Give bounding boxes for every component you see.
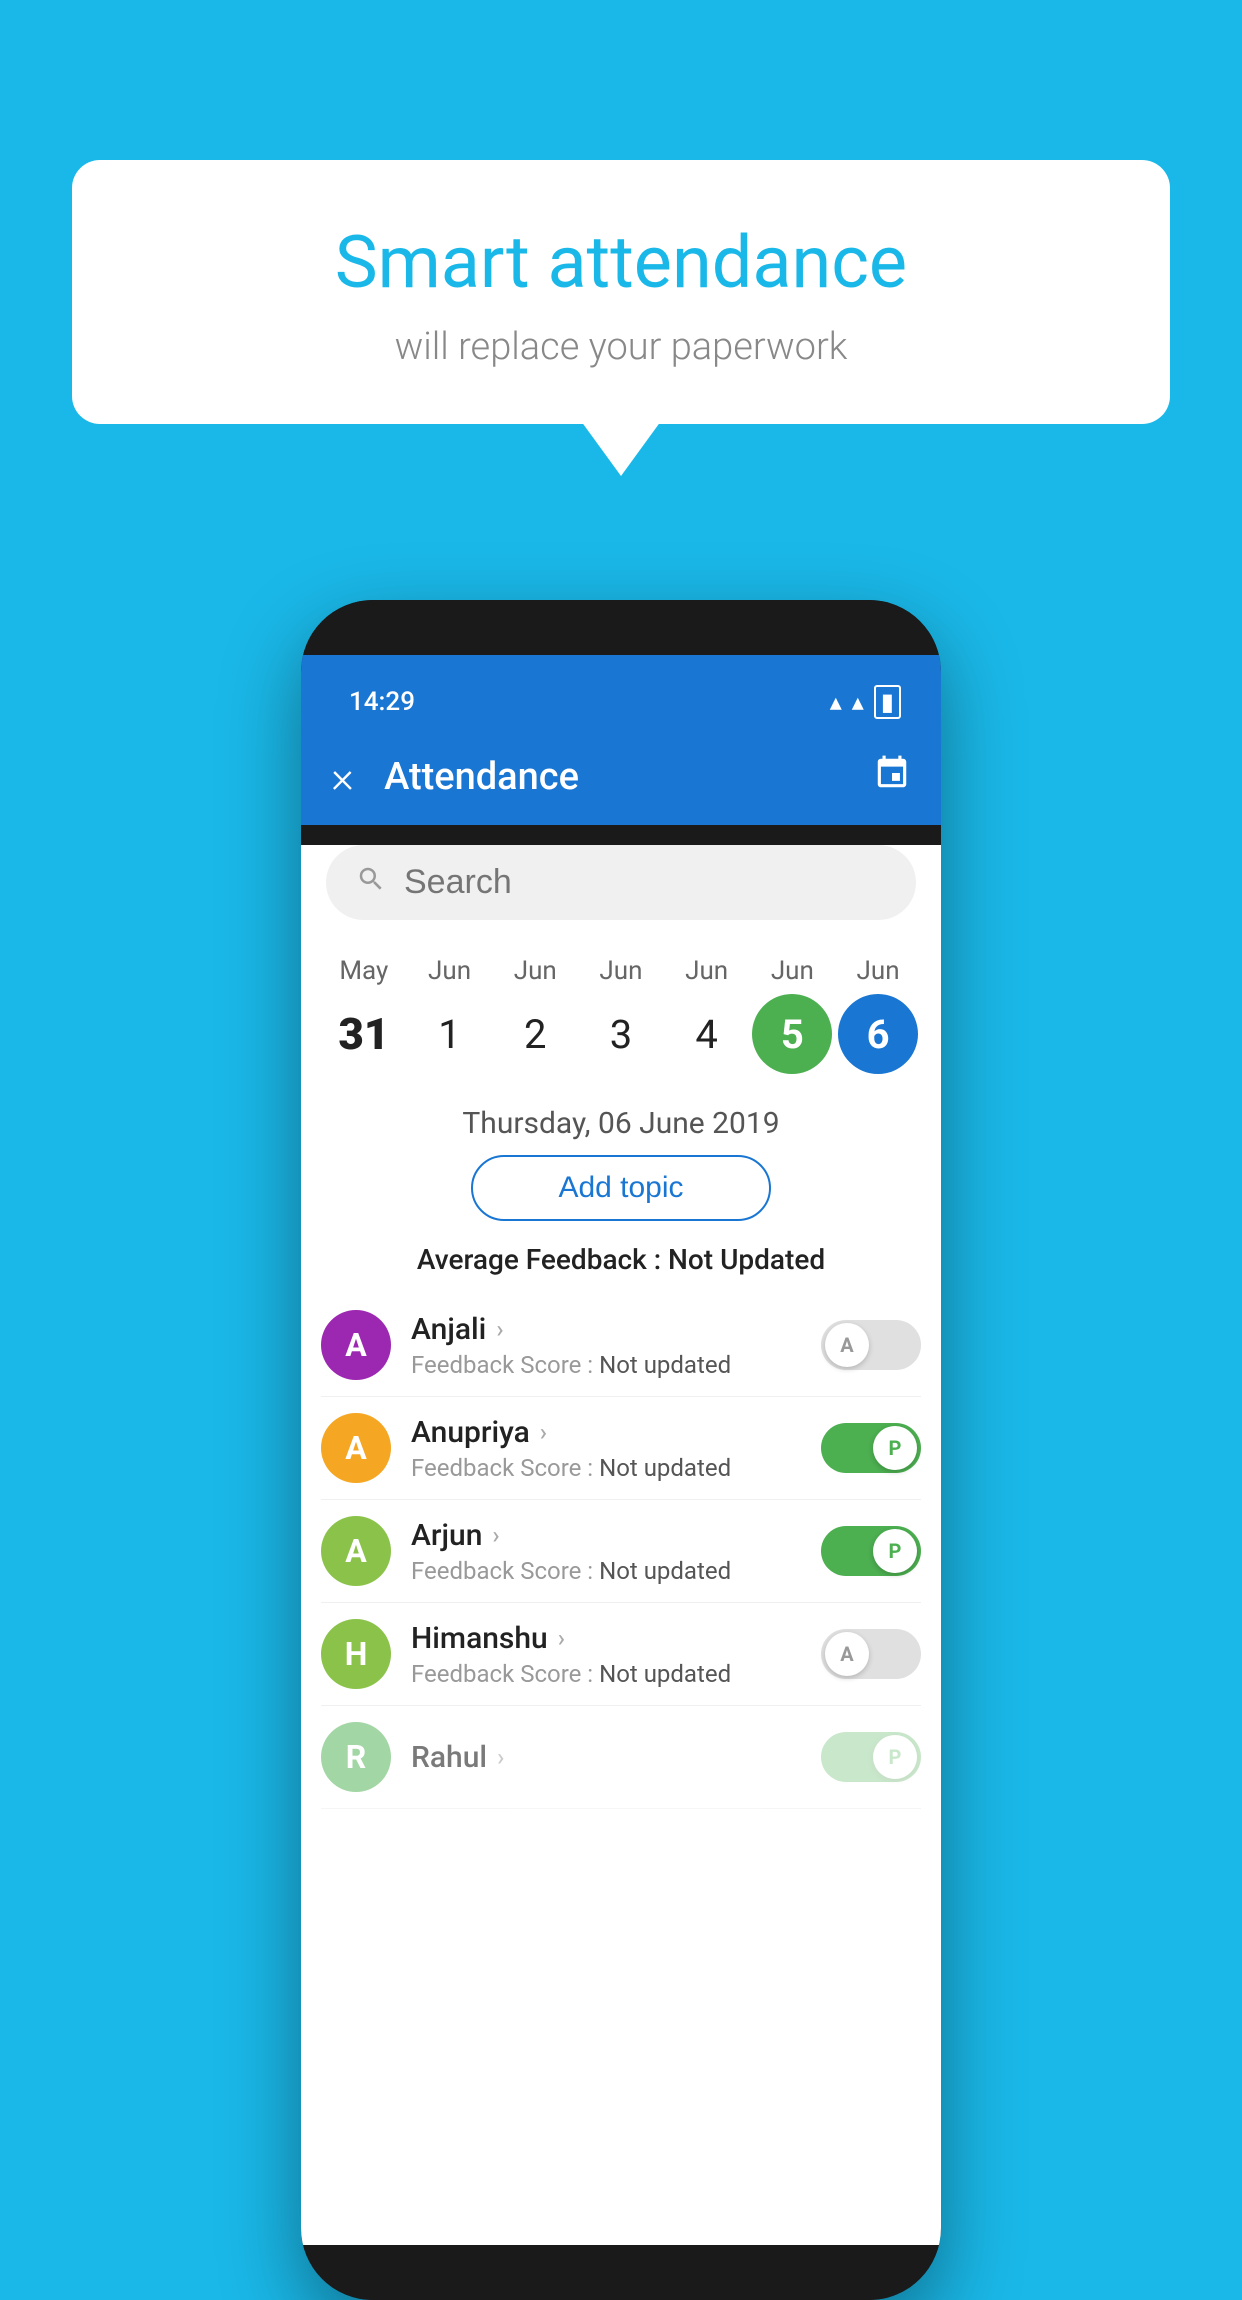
student-feedback: Feedback Score : Not updated	[411, 1454, 821, 1482]
avatar: A	[321, 1516, 391, 1586]
chevron-right-icon: ›	[492, 1521, 499, 1549]
toggle-knob: P	[873, 1735, 917, 1779]
attendance-toggle[interactable]: P	[821, 1423, 921, 1473]
chevron-right-icon: ›	[540, 1418, 547, 1446]
student-feedback: Feedback Score : Not updated	[411, 1557, 821, 1585]
list-item: H Himanshu › Feedback Score : Not update…	[321, 1603, 921, 1706]
student-info[interactable]: Himanshu › Feedback Score : Not updated	[411, 1621, 821, 1688]
battery-icon: ▮	[874, 685, 901, 719]
calendar-day-1[interactable]: 1	[410, 994, 490, 1074]
student-name: Anupriya ›	[411, 1415, 821, 1450]
close-button[interactable]: ×	[331, 751, 354, 803]
student-name: Arjun ›	[411, 1518, 821, 1553]
calendar-days: 31 1 2 3 4 5 6	[321, 994, 921, 1074]
student-info[interactable]: Anjali › Feedback Score : Not updated	[411, 1312, 821, 1379]
phone-frame: 14:29 ▴ ▴ ▮ × Attendance	[301, 600, 941, 2300]
calendar-month-6: Jun	[838, 956, 918, 986]
avatar: H	[321, 1619, 391, 1689]
toggle-knob: P	[873, 1426, 917, 1470]
list-item: R Rahul › P	[321, 1706, 921, 1809]
speech-bubble: Smart attendance will replace your paper…	[72, 160, 1170, 424]
toggle-knob: A	[825, 1323, 869, 1367]
avg-feedback-value: Not Updated	[668, 1243, 825, 1276]
student-info[interactable]: Anupriya › Feedback Score : Not updated	[411, 1415, 821, 1482]
calendar-month-1: Jun	[410, 956, 490, 986]
add-topic-button[interactable]: Add topic	[471, 1155, 771, 1221]
phone-top-bezel	[301, 600, 941, 655]
calendar-month-4: Jun	[667, 956, 747, 986]
calendar-day-31[interactable]: 31	[324, 994, 404, 1074]
signal-icon: ▴	[852, 688, 864, 716]
calendar-months: May Jun Jun Jun Jun Jun Jun	[321, 956, 921, 986]
student-name: Anjali ›	[411, 1312, 821, 1347]
calendar-month-3: Jun	[581, 956, 661, 986]
calendar-day-5[interactable]: 5	[752, 994, 832, 1074]
selected-date: Thursday, 06 June 2019	[301, 1106, 941, 1141]
search-bar[interactable]	[326, 845, 916, 920]
calendar-day-4[interactable]: 4	[667, 994, 747, 1074]
calendar-strip: May Jun Jun Jun Jun Jun Jun 31 1 2 3 4 5…	[301, 940, 941, 1090]
avg-feedback-label: Average Feedback :	[417, 1243, 661, 1276]
phone-notch	[571, 600, 671, 632]
status-icons: ▴ ▴ ▮	[830, 685, 901, 719]
phone-bottom-bezel	[301, 2245, 941, 2300]
avatar: A	[321, 1413, 391, 1483]
student-list: A Anjali › Feedback Score : Not updated …	[301, 1294, 941, 1809]
student-info[interactable]: Arjun › Feedback Score : Not updated	[411, 1518, 821, 1585]
status-time: 14:29	[349, 687, 415, 717]
calendar-day-2[interactable]: 2	[495, 994, 575, 1074]
search-input[interactable]	[404, 863, 886, 902]
student-info: Rahul ›	[411, 1740, 821, 1775]
phone-screen: May Jun Jun Jun Jun Jun Jun 31 1 2 3 4 5…	[301, 845, 941, 2245]
status-bar: 14:29 ▴ ▴ ▮	[301, 655, 941, 729]
calendar-month-2: Jun	[495, 956, 575, 986]
avatar: R	[321, 1722, 391, 1792]
attendance-toggle[interactable]: P	[821, 1732, 921, 1782]
attendance-toggle[interactable]: A	[821, 1629, 921, 1679]
average-feedback: Average Feedback : Not Updated	[301, 1243, 941, 1276]
wifi-icon: ▴	[830, 688, 842, 716]
search-icon	[356, 864, 386, 902]
student-feedback: Feedback Score : Not updated	[411, 1351, 821, 1379]
app-bar: × Attendance	[301, 729, 941, 825]
list-item: A Anjali › Feedback Score : Not updated …	[321, 1294, 921, 1397]
chevron-right-icon: ›	[497, 1743, 504, 1771]
chevron-right-icon: ›	[496, 1315, 503, 1343]
attendance-toggle[interactable]: A	[821, 1320, 921, 1370]
avatar: A	[321, 1310, 391, 1380]
list-item: A Arjun › Feedback Score : Not updated P	[321, 1500, 921, 1603]
toggle-knob: P	[873, 1529, 917, 1573]
speech-bubble-title: Smart attendance	[152, 220, 1090, 305]
toggle-knob: A	[825, 1632, 869, 1676]
calendar-month-0: May	[324, 956, 404, 986]
student-feedback: Feedback Score : Not updated	[411, 1660, 821, 1688]
calendar-day-3[interactable]: 3	[581, 994, 661, 1074]
student-name: Himanshu ›	[411, 1621, 821, 1656]
calendar-icon[interactable]	[873, 754, 911, 801]
student-name: Rahul ›	[411, 1740, 821, 1775]
speech-bubble-subtitle: will replace your paperwork	[152, 325, 1090, 369]
chevron-right-icon: ›	[558, 1624, 565, 1652]
attendance-toggle[interactable]: P	[821, 1526, 921, 1576]
app-bar-title: Attendance	[384, 755, 873, 799]
calendar-day-6[interactable]: 6	[838, 994, 918, 1074]
calendar-month-5: Jun	[752, 956, 832, 986]
list-item: A Anupriya › Feedback Score : Not update…	[321, 1397, 921, 1500]
